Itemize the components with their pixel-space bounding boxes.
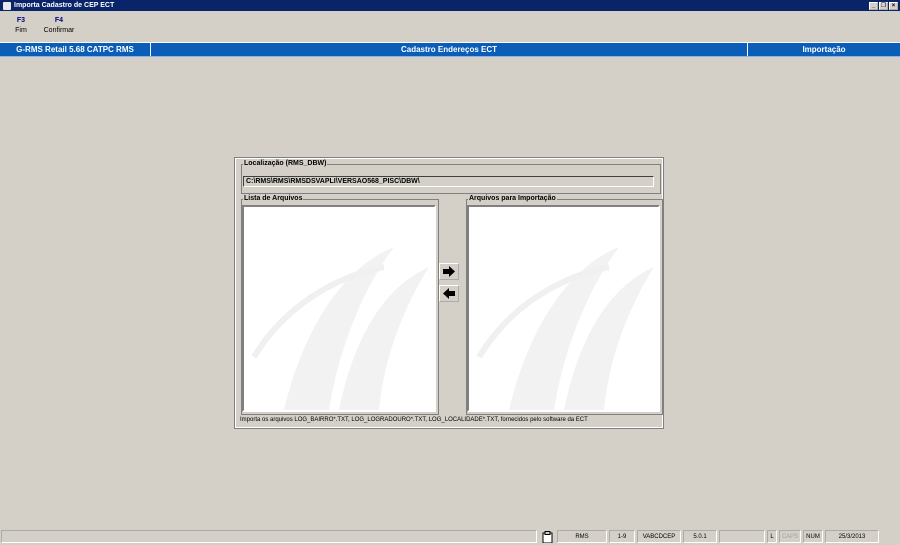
clipboard-icon[interactable] <box>539 530 555 543</box>
path-field[interactable]: C:\RMS\RMS\RMSDSVAPLI\VERSAO568_PISC\DBW… <box>243 176 654 187</box>
status-message <box>1 530 537 543</box>
window-controls: _ ❐ × <box>869 1 898 10</box>
watermark-icon <box>476 247 654 410</box>
status-user: RMS <box>557 530 607 543</box>
minimize-button[interactable]: _ <box>869 1 878 10</box>
import-panel: Localização (RMS_DBW) C:\RMS\RMS\RMSDSVA… <box>234 157 664 429</box>
window-title: Importa Cadastro de CEP ECT <box>14 2 115 9</box>
header-bar: G-RMS Retail 5.68 CATPC RMS Cadastro End… <box>0 42 900 57</box>
status-empty <box>719 530 765 543</box>
restore-button[interactable]: ❐ <box>879 1 888 10</box>
status-version: 5.0.1 <box>683 530 717 543</box>
status-lock: L <box>767 530 777 543</box>
footnote: Importa os arquivos LOG_BAIRRO*.TXT, LOG… <box>240 417 588 423</box>
screen-title: Cadastro Endereços ECT <box>151 43 748 56</box>
status-bar: RMS 1-9 VABCDCEP 5.0.1 L CAPS NUM 25/3/2… <box>0 528 900 545</box>
function-key-toolbar: F3 Fim F4 Confirmar <box>0 14 76 40</box>
status-date: 25/3/2013 <box>825 530 879 543</box>
system-version: G-RMS Retail 5.68 CATPC RMS <box>0 43 151 56</box>
arrow-right-icon <box>443 266 455 277</box>
fim-key: F3 <box>16 17 26 24</box>
confirmar-button[interactable]: F4 Confirmar <box>42 14 76 40</box>
app-icon <box>3 1 11 10</box>
status-num: NUM <box>803 530 823 543</box>
confirmar-key: F4 <box>54 17 64 24</box>
add-file-button[interactable] <box>439 263 459 280</box>
fim-label: Fim <box>15 27 27 34</box>
status-company: 1-9 <box>609 530 635 543</box>
arrow-left-icon <box>443 288 455 299</box>
file-list-title: Lista de Arquivos <box>243 195 304 202</box>
remove-file-button[interactable] <box>439 285 459 302</box>
operation-mode: Importação <box>802 45 846 54</box>
file-list[interactable] <box>242 205 436 412</box>
status-caps: CAPS <box>779 530 801 543</box>
fim-button[interactable]: F3 Fim <box>4 14 38 40</box>
confirmar-label: Confirmar <box>43 27 75 34</box>
import-list[interactable] <box>467 205 660 412</box>
watermark-icon <box>251 247 429 410</box>
status-program: VABCDCEP <box>637 530 681 543</box>
location-title: Localização (RMS_DBW) <box>243 160 328 167</box>
import-list-title: Arquivos para Importação <box>468 195 557 202</box>
close-button[interactable]: × <box>889 1 898 10</box>
window-titlebar: Importa Cadastro de CEP ECT _ ❐ × <box>0 0 900 11</box>
